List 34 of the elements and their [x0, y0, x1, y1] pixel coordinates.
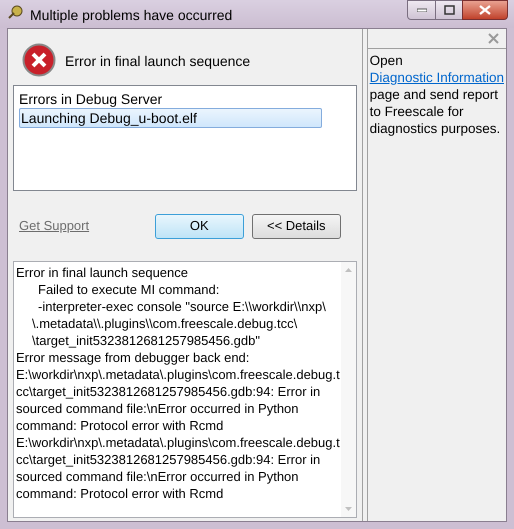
minimize-button[interactable]	[407, 0, 436, 20]
details-line: -interpreter-exec console "source E:\\workdir\\nxp\	[37, 298, 327, 315]
get-support-link[interactable]: Get Support	[19, 216, 90, 236]
close-button[interactable]	[462, 0, 508, 20]
app-icon	[7, 5, 24, 20]
minimize-icon	[416, 8, 426, 12]
details-line: \.metadata\\.plugins\\com.freescale.debug.tcc\	[31, 315, 298, 332]
details-line: command: Protocol error with Rcmd	[16, 485, 224, 502]
list-heading: Errors in Debug Server	[19, 90, 164, 108]
details-line: E:\workdir\nxp\.metadata\.plugins\com.freescale.debug.t	[16, 434, 341, 451]
error-icon	[22, 43, 56, 77]
scrollbar[interactable]	[340, 262, 356, 517]
maximize-icon	[444, 5, 454, 15]
maximize-button[interactable]	[436, 0, 462, 20]
details-line: E:\workdir\nxp\.metadata\.plugins\com.freescale.debug.t	[16, 366, 341, 383]
details-line: command: Protocol error with Rcmd	[16, 417, 224, 434]
details-line: cc\target_init5323812681257985456.gdb:94: Error in	[16, 451, 322, 468]
details-line: \target_init5323812681257985456.gdb"	[31, 332, 261, 349]
diagnostic-text: Open Diagnostic Information page and send report to Freescale for diagnostics purposes.	[368, 52, 505, 137]
details-line: sourced command file:\nError occurred in Python	[16, 468, 300, 485]
list-item[interactable]: Launching Debug_u-boot.elf	[19, 108, 322, 128]
scroll-up-icon	[344, 268, 352, 272]
window-title: Multiple problems have occurred	[30, 6, 232, 25]
details-line: Failed to execute MI command:	[37, 281, 220, 298]
dialog-button[interactable]: OK	[154, 214, 244, 238]
close-icon	[479, 5, 491, 15]
details-line: cc\target_init5323812681257985456.gdb:94: Error in	[16, 383, 322, 400]
details-line: Error in final launch sequence	[16, 264, 189, 281]
dialog-button[interactable]: << Details	[252, 214, 341, 238]
details-line: sourced command file:\nError occurred in Python	[16, 400, 300, 417]
diagnostic-information-link[interactable]: Diagnostic Information	[370, 70, 504, 85]
scroll-down-icon	[344, 507, 352, 511]
details-line: Error message from debugger back end:	[16, 349, 250, 366]
error-message: Error in final launch sequence	[65, 52, 250, 71]
